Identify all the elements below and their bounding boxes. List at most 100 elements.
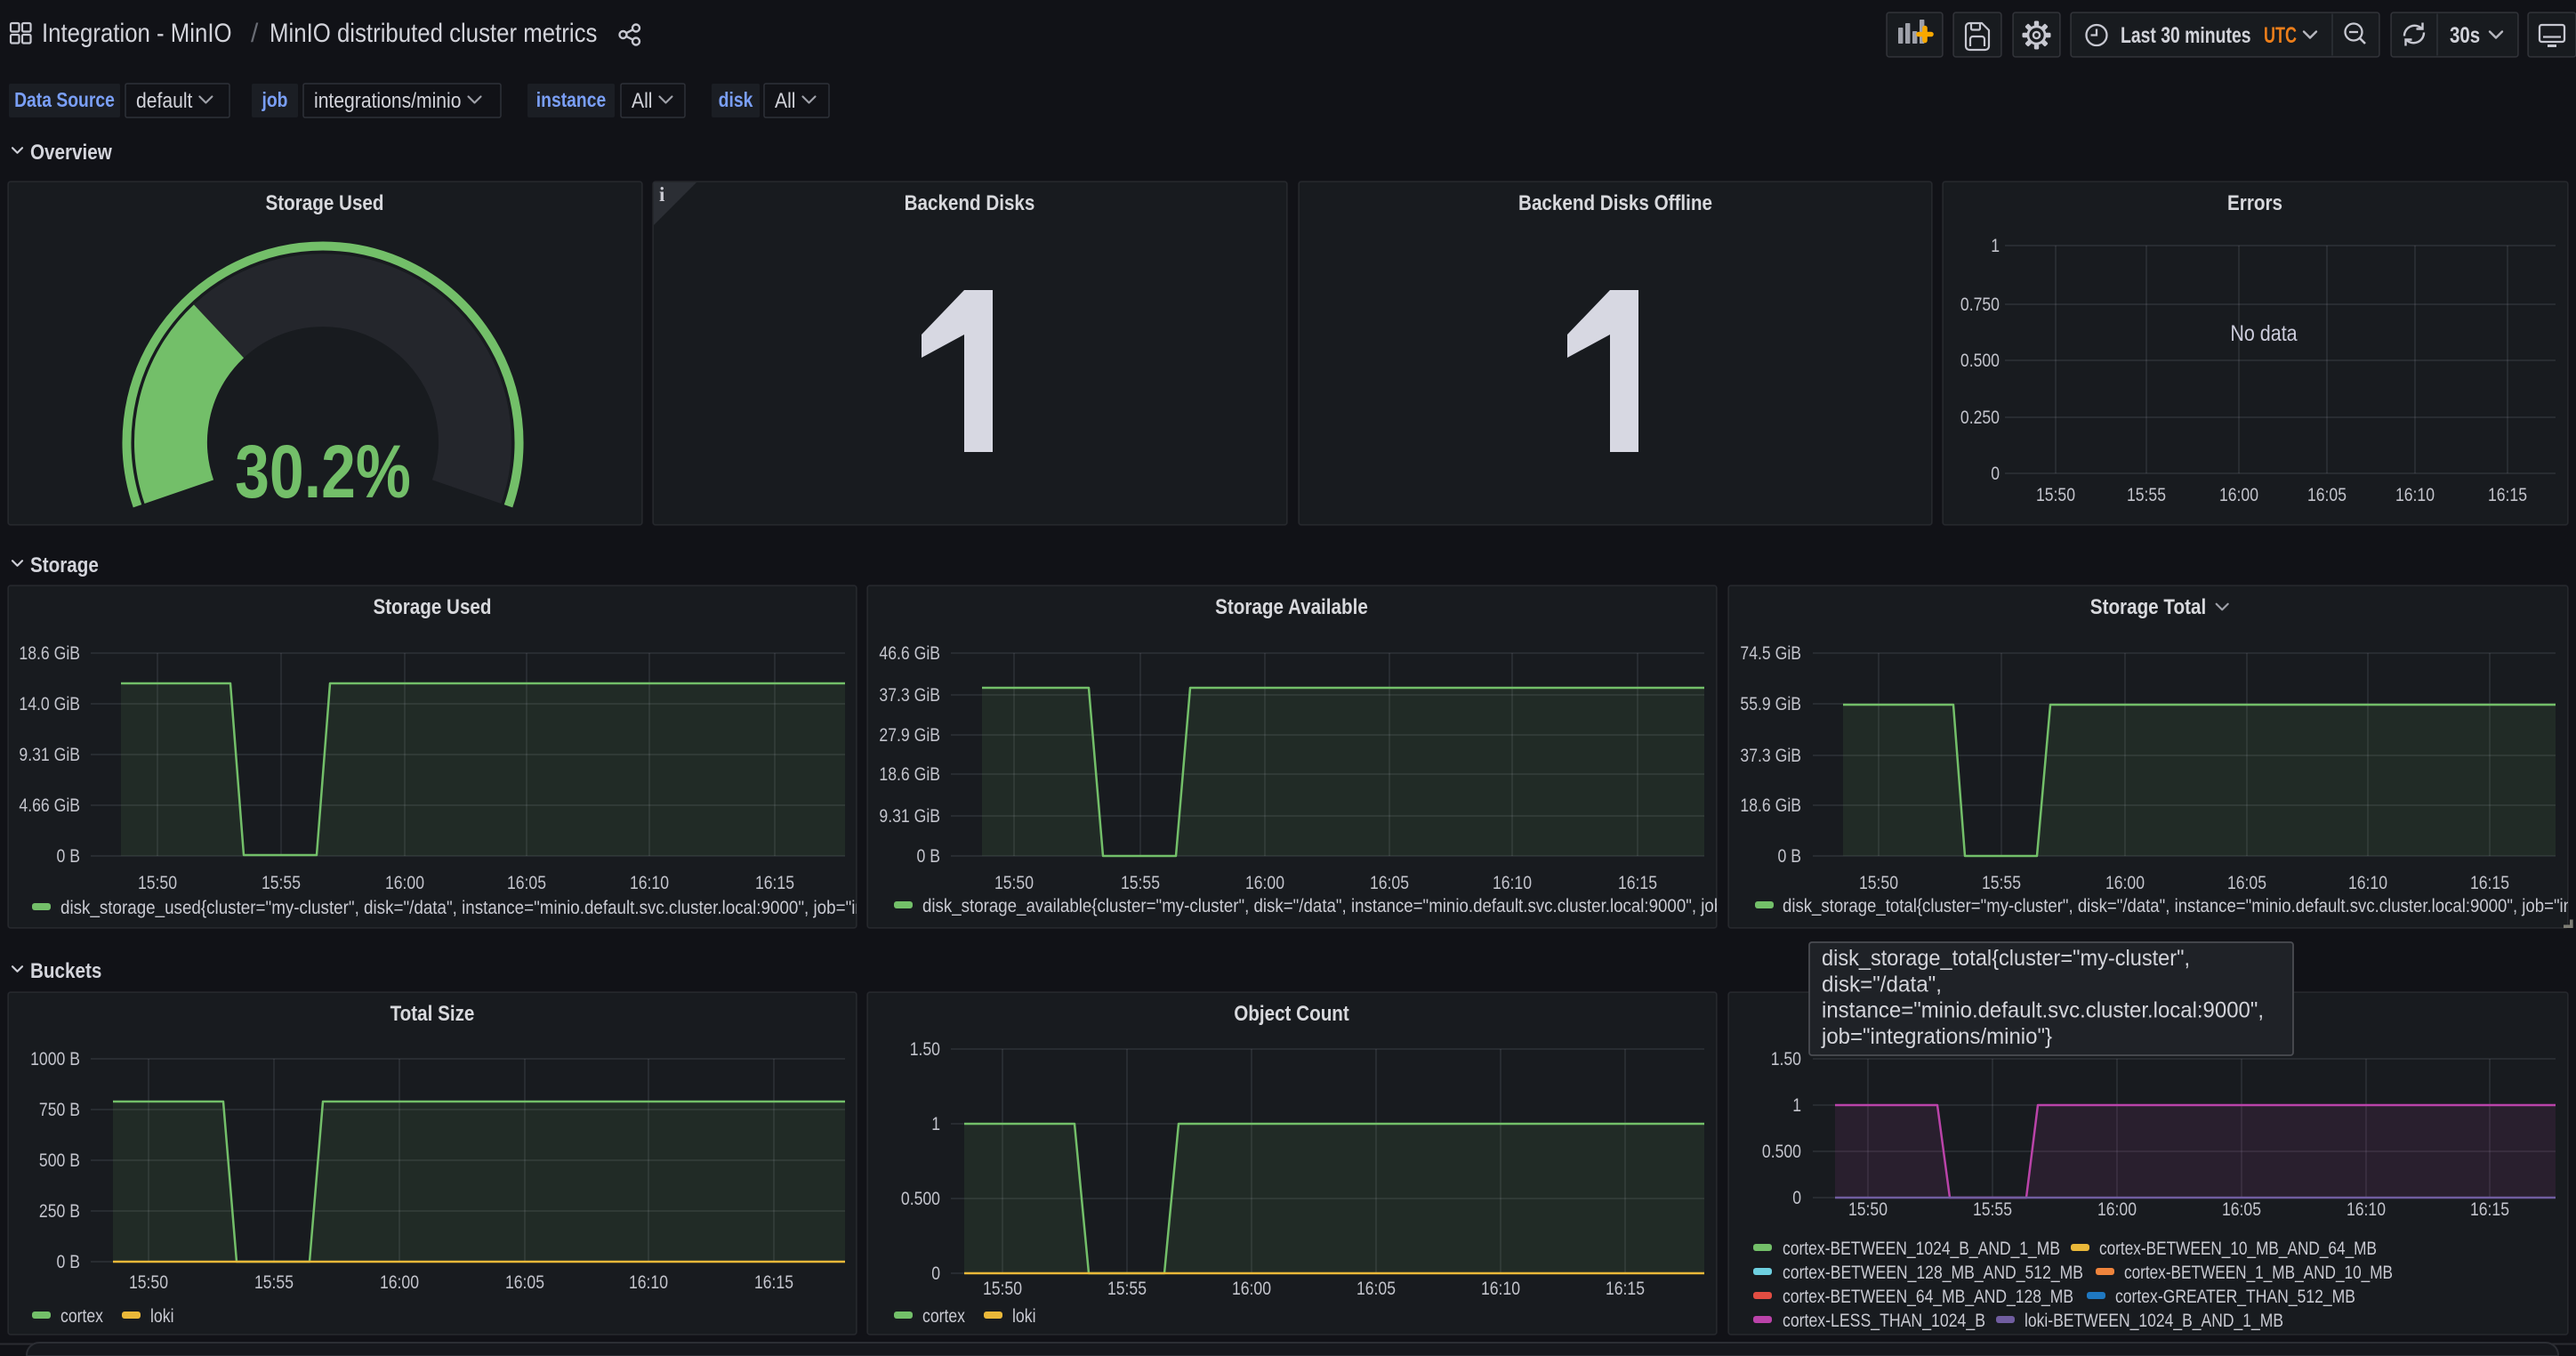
svg-text:Buckets: Buckets: [30, 959, 101, 983]
svg-text:15:55: 15:55: [1982, 873, 2021, 893]
svg-text:16:15: 16:15: [1606, 1279, 1645, 1299]
svg-text:27.9 GiB: 27.9 GiB: [879, 725, 940, 746]
svg-text:16:15: 16:15: [755, 873, 794, 893]
svg-text:15:55: 15:55: [262, 873, 301, 893]
svg-text:18.6 GiB: 18.6 GiB: [1740, 795, 1801, 816]
svg-text:55.9 GiB: 55.9 GiB: [1740, 694, 1801, 714]
svg-text:instance="minio.default.svc.cl: instance="minio.default.svc.cluster.loca…: [1822, 998, 2264, 1023]
svg-text:instance: instance: [536, 88, 606, 111]
svg-text:250 B: 250 B: [39, 1201, 80, 1222]
svg-text:16:10: 16:10: [1493, 873, 1532, 893]
svg-text:0 B: 0 B: [917, 846, 941, 867]
svg-text:cortex-BETWEEN_128_MB_AND_512_: cortex-BETWEEN_128_MB_AND_512_MB: [1783, 1263, 2083, 1283]
svg-text:0: 0: [1792, 1188, 1801, 1208]
svg-text:cortex-BETWEEN_10_MB_AND_64_MB: cortex-BETWEEN_10_MB_AND_64_MB: [2099, 1239, 2377, 1259]
svg-text:15:55: 15:55: [2127, 485, 2166, 505]
svg-text:Object Count: Object Count: [1234, 1002, 1349, 1026]
svg-text:Storage: Storage: [30, 553, 99, 577]
svg-text:disk_storage_total{cluster="my: disk_storage_total{cluster="my-cluster",…: [1783, 896, 2576, 916]
svg-text:15:50: 15:50: [129, 1272, 168, 1293]
svg-text:18.6 GiB: 18.6 GiB: [19, 643, 80, 664]
svg-text:30.2%: 30.2%: [235, 430, 411, 513]
svg-text:All: All: [775, 89, 796, 113]
svg-text:500 B: 500 B: [39, 1150, 80, 1171]
svg-text:1: 1: [1792, 1095, 1801, 1116]
svg-text:1: 1: [1991, 236, 2000, 256]
svg-text:cortex: cortex: [60, 1306, 103, 1327]
svg-text:0.250: 0.250: [1960, 408, 2000, 428]
svg-text:No data: No data: [2230, 321, 2297, 346]
svg-text:i: i: [659, 183, 665, 206]
svg-text:16:00: 16:00: [380, 1272, 419, 1293]
svg-text:cortex-BETWEEN_64_MB_AND_128_M: cortex-BETWEEN_64_MB_AND_128_MB: [1783, 1287, 2073, 1307]
svg-text:15:50: 15:50: [1859, 873, 1898, 893]
svg-text:job: job: [262, 88, 288, 111]
svg-text:Overview: Overview: [30, 141, 112, 165]
svg-text:Storage Used: Storage Used: [266, 191, 384, 215]
svg-text:16:10: 16:10: [630, 873, 669, 893]
svg-text:15:55: 15:55: [1973, 1199, 2012, 1220]
svg-text:MinIO distributed cluster metr: MinIO distributed cluster metrics: [270, 19, 597, 48]
svg-text:16:05: 16:05: [505, 1272, 544, 1293]
svg-text:Total Size: Total Size: [390, 1002, 475, 1026]
svg-text:15:55: 15:55: [1121, 873, 1160, 893]
svg-text:46.6 GiB: 46.6 GiB: [879, 643, 940, 664]
svg-text:Backend Disks: Backend Disks: [905, 191, 1035, 215]
svg-text:0.500: 0.500: [1960, 351, 2000, 371]
svg-text:16:10: 16:10: [2347, 1199, 2386, 1220]
svg-text:job="integrations/minio"}: job="integrations/minio"}: [1821, 1024, 2052, 1049]
svg-text:default: default: [136, 89, 193, 113]
svg-text:16:00: 16:00: [2105, 873, 2145, 893]
svg-text:Storage Total: Storage Total: [2090, 595, 2206, 619]
svg-text:Last 30 minutes: Last 30 minutes: [2121, 23, 2251, 48]
svg-text:1.50: 1.50: [910, 1039, 940, 1060]
svg-text:cortex-BETWEEN_1_MB_AND_10_MB: cortex-BETWEEN_1_MB_AND_10_MB: [2124, 1263, 2393, 1283]
svg-text:0 B: 0 B: [57, 846, 81, 867]
svg-text:1000 B: 1000 B: [30, 1049, 80, 1069]
svg-text:/: /: [251, 19, 259, 48]
svg-text:750 B: 750 B: [39, 1100, 80, 1120]
svg-text:cortex-LESS_THAN_1024_B: cortex-LESS_THAN_1024_B: [1783, 1311, 1985, 1331]
svg-text:16:10: 16:10: [1481, 1279, 1520, 1299]
svg-text:16:15: 16:15: [2470, 873, 2509, 893]
svg-text:All: All: [632, 89, 653, 113]
svg-text:9.31 GiB: 9.31 GiB: [19, 745, 80, 765]
svg-text:0: 0: [1991, 464, 2000, 484]
svg-text:15:50: 15:50: [138, 873, 177, 893]
svg-text:cortex-BETWEEN_1024_B_AND_1_MB: cortex-BETWEEN_1024_B_AND_1_MB: [1783, 1239, 2060, 1259]
svg-text:16:10: 16:10: [2395, 485, 2435, 505]
svg-text:0.750: 0.750: [1960, 295, 2000, 315]
svg-text:15:50: 15:50: [1848, 1199, 1888, 1220]
svg-text:disk="/data",: disk="/data",: [1822, 972, 1942, 997]
svg-text:0 B: 0 B: [57, 1252, 81, 1272]
svg-text:37.3 GiB: 37.3 GiB: [1740, 746, 1801, 766]
svg-text:15:50: 15:50: [994, 873, 1034, 893]
svg-text:integrations/minio: integrations/minio: [314, 89, 462, 113]
svg-text:Data Source: Data Source: [14, 88, 115, 111]
svg-text:disk_storage_used{cluster="my-: disk_storage_used{cluster="my-cluster", …: [60, 898, 994, 918]
svg-text:16:05: 16:05: [507, 873, 546, 893]
svg-text:1: 1: [931, 1114, 940, 1134]
svg-text:16:15: 16:15: [2470, 1199, 2509, 1220]
svg-text:1.50: 1.50: [1771, 1049, 1801, 1069]
svg-text:16:00: 16:00: [385, 873, 424, 893]
svg-text:loki-BETWEEN_1024_B_AND_1_MB: loki-BETWEEN_1024_B_AND_1_MB: [2025, 1311, 2283, 1331]
svg-text:16:05: 16:05: [1370, 873, 1409, 893]
svg-text:UTC: UTC: [2264, 23, 2297, 48]
svg-text:cortex-GREATER_THAN_512_MB: cortex-GREATER_THAN_512_MB: [2115, 1287, 2355, 1307]
svg-text:9.31 GiB: 9.31 GiB: [879, 806, 940, 827]
svg-text:15:50: 15:50: [2036, 485, 2075, 505]
svg-text:4.66 GiB: 4.66 GiB: [19, 795, 80, 816]
svg-text:Storage Available: Storage Available: [1215, 595, 1368, 619]
svg-text:37.3 GiB: 37.3 GiB: [879, 685, 940, 706]
svg-text:16:05: 16:05: [2307, 485, 2347, 505]
svg-text:disk_storage_total{cluster="my: disk_storage_total{cluster="my-cluster",: [1822, 946, 2190, 971]
svg-text:loki: loki: [1012, 1306, 1036, 1327]
svg-text:Backend Disks Offline: Backend Disks Offline: [1518, 191, 1712, 215]
svg-text:Storage Used: Storage Used: [374, 595, 492, 619]
svg-text:16:15: 16:15: [2488, 485, 2527, 505]
svg-text:15:55: 15:55: [1107, 1279, 1147, 1299]
svg-text:16:10: 16:10: [629, 1272, 668, 1293]
svg-text:15:50: 15:50: [983, 1279, 1022, 1299]
svg-text:disk: disk: [719, 88, 753, 111]
